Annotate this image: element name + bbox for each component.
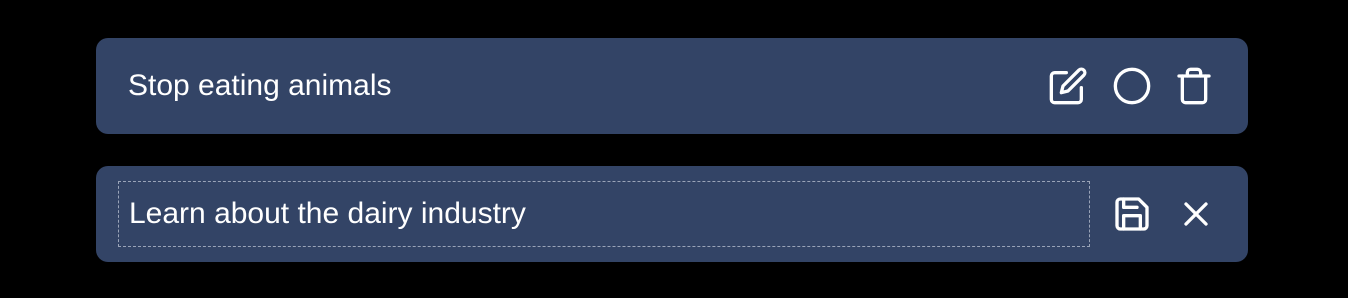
save-icon (1115, 197, 1149, 231)
edit-todo-input[interactable] (118, 181, 1090, 247)
todo-item: Stop eating animals (96, 38, 1248, 134)
edit-icon (1049, 67, 1087, 105)
complete-toggle-button[interactable] (1112, 66, 1152, 106)
delete-button[interactable] (1174, 66, 1214, 106)
edit-button[interactable] (1048, 66, 1088, 106)
save-button[interactable] (1112, 194, 1152, 234)
todo-item-editing (96, 166, 1248, 262)
trash-icon (1177, 67, 1211, 105)
cancel-button[interactable] (1176, 194, 1216, 234)
circle-icon (1113, 67, 1151, 105)
todo-text: Stop eating animals (128, 69, 392, 102)
close-icon (1184, 202, 1208, 226)
